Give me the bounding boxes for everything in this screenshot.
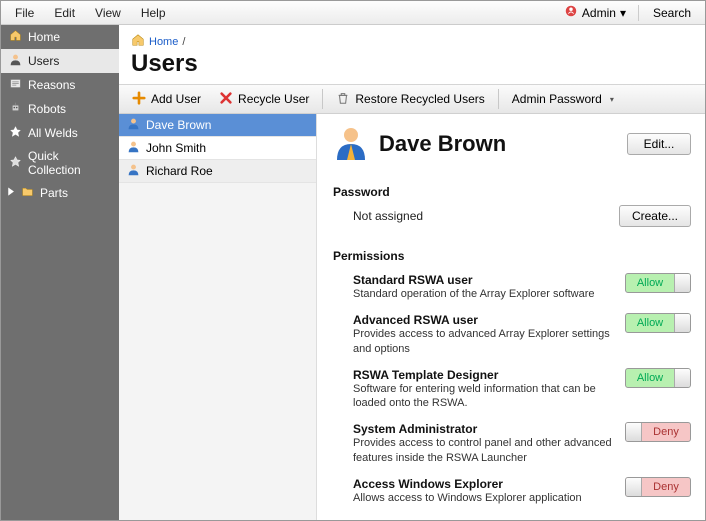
reasons-icon: [9, 77, 22, 93]
menu-view[interactable]: View: [85, 3, 131, 23]
user-detail-name: Dave Brown: [379, 131, 617, 157]
sidebar-item-label: Quick Collection: [28, 149, 111, 177]
permission-toggle[interactable]: Deny: [625, 422, 691, 442]
breadcrumb-sep: /: [182, 36, 185, 48]
permission-desc: Software for entering weld information t…: [353, 382, 615, 411]
user-icon: [9, 53, 22, 69]
sidebar-item-label: Parts: [40, 186, 68, 200]
user-icon: [127, 117, 140, 133]
menu-edit[interactable]: Edit: [44, 3, 85, 23]
user-list: Dave Brown John Smith Richard Roe: [119, 114, 317, 520]
menu-help[interactable]: Help: [131, 3, 176, 23]
toggle-knob: [674, 369, 690, 387]
permissions-section-title: Permissions: [333, 249, 691, 263]
user-name: Dave Brown: [146, 118, 211, 132]
sidebar-item-label: Home: [28, 30, 60, 44]
toggle-knob: [674, 274, 690, 292]
permission-toggle[interactable]: Allow: [625, 368, 691, 388]
create-password-button[interactable]: Create...: [619, 205, 691, 227]
home-icon: [131, 33, 145, 50]
permission-toggle[interactable]: Allow: [625, 273, 691, 293]
permission-title: System Administrator: [353, 422, 615, 436]
user-name: Richard Roe: [146, 164, 213, 178]
permission-toggle[interactable]: Allow: [625, 313, 691, 333]
admin-icon: [564, 4, 578, 21]
add-user-button[interactable]: Add User: [125, 88, 208, 111]
menubar-separator: [638, 5, 639, 21]
sidebar-item-label: All Welds: [28, 126, 78, 140]
star-icon: [9, 155, 22, 171]
toolbar-label: Add User: [151, 92, 201, 106]
menu-admin[interactable]: Admin ▾: [556, 1, 634, 24]
sidebar-item-quick-collection[interactable]: Quick Collection: [1, 145, 119, 181]
restore-recycled-button[interactable]: Restore Recycled Users: [329, 88, 491, 111]
menu-admin-label: Admin: [582, 6, 616, 20]
chevron-down-icon: ▾: [610, 95, 614, 104]
user-list-item[interactable]: Richard Roe: [119, 160, 316, 183]
menu-file[interactable]: File: [5, 3, 44, 23]
page-title: Users: [119, 50, 705, 84]
chevron-down-icon: ▾: [620, 6, 626, 20]
x-icon: [219, 91, 233, 108]
permission-desc: Allows access to Windows Explorer applic…: [353, 491, 615, 505]
permission-title: Advanced RSWA user: [353, 313, 615, 327]
expand-icon: [5, 185, 15, 201]
toolbar-label: Admin Password: [512, 92, 602, 106]
menubar: File Edit View Help Admin ▾ Search: [1, 1, 705, 25]
user-list-item[interactable]: Dave Brown: [119, 114, 316, 137]
breadcrumb-home[interactable]: Home: [149, 36, 178, 48]
edit-user-button[interactable]: Edit...: [627, 133, 691, 155]
permission-row: RSWA Template Designer Software for ente…: [333, 364, 691, 419]
permission-title: Standard RSWA user: [353, 273, 615, 287]
robot-icon: [9, 101, 22, 117]
permission-title: RSWA Template Designer: [353, 368, 615, 382]
permission-row: System Administrator Provides access to …: [333, 418, 691, 473]
user-name: John Smith: [146, 141, 206, 155]
toolbar: Add User Recycle User Restore Recycled U…: [119, 84, 705, 114]
user-icon: [127, 163, 140, 179]
user-icon: [127, 140, 140, 156]
recycle-user-button[interactable]: Recycle User: [212, 88, 316, 111]
toggle-knob: [626, 478, 642, 496]
permission-row: Access Windows Explorer Allows access to…: [333, 473, 691, 513]
home-icon: [9, 29, 22, 45]
sidebar-item-label: Reasons: [28, 78, 75, 92]
toggle-knob: [626, 423, 642, 441]
password-value: Not assigned: [353, 209, 619, 223]
folder-icon: [21, 185, 34, 201]
permission-desc: Provides access to control panel and oth…: [353, 436, 615, 465]
admin-password-button[interactable]: Admin Password ▾: [505, 89, 621, 109]
user-list-item[interactable]: John Smith: [119, 137, 316, 160]
sidebar-item-home[interactable]: Home: [1, 25, 119, 49]
toolbar-label: Restore Recycled Users: [355, 92, 484, 106]
sidebar-item-label: Users: [28, 54, 59, 68]
sidebar-item-robots[interactable]: Robots: [1, 97, 119, 121]
permission-toggle[interactable]: Deny: [625, 477, 691, 497]
permission-row: Advanced RSWA user Provides access to ad…: [333, 309, 691, 364]
sidebar-item-reasons[interactable]: Reasons: [1, 73, 119, 97]
sidebar-item-all-welds[interactable]: All Welds: [1, 121, 119, 145]
toolbar-separator: [322, 89, 323, 109]
toolbar-label: Recycle User: [238, 92, 309, 106]
user-avatar-icon: [333, 124, 369, 163]
sidebar: Home Users Reasons Robots All Welds Quic…: [1, 25, 119, 520]
password-section-title: Password: [333, 185, 691, 199]
permission-desc: Provides access to advanced Array Explor…: [353, 327, 615, 356]
menu-search[interactable]: Search: [643, 3, 701, 23]
permission-row: Standard RSWA user Standard operation of…: [333, 269, 691, 309]
breadcrumb: Home /: [119, 25, 705, 50]
toggle-knob: [674, 314, 690, 332]
main-panel: Home / Users Add User Recycle User Resto…: [119, 25, 705, 520]
trash-icon: [336, 91, 350, 108]
sidebar-item-label: Robots: [28, 102, 66, 116]
permission-title: Access Windows Explorer: [353, 477, 615, 491]
user-detail: Dave Brown Edit... Password Not assigned…: [317, 114, 705, 520]
toolbar-separator: [498, 89, 499, 109]
sidebar-item-users[interactable]: Users: [1, 49, 119, 73]
sidebar-item-parts[interactable]: Parts: [1, 181, 119, 205]
plus-icon: [132, 91, 146, 108]
star-icon: [9, 125, 22, 141]
permission-desc: Standard operation of the Array Explorer…: [353, 287, 615, 301]
